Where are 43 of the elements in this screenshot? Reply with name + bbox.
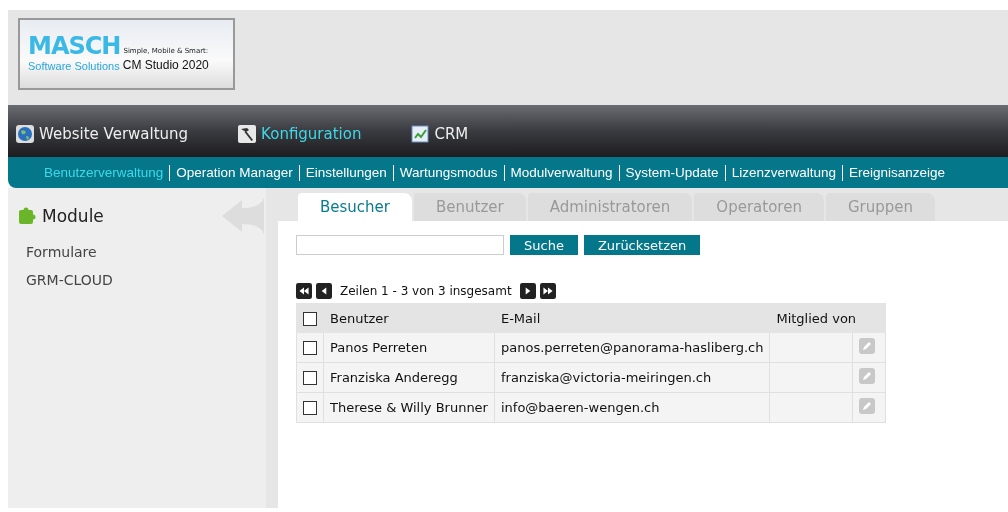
table-cell: franziska@victoria-meiringen.ch <box>494 362 770 393</box>
logo-product: CM Studio 2020 <box>122 58 209 72</box>
main-nav-item[interactable]: CRM <box>411 125 469 143</box>
last-page-icon[interactable] <box>539 283 556 299</box>
chart-icon <box>411 125 430 143</box>
sub-nav-link[interactable]: Einstellungen <box>305 165 387 180</box>
logo-subtitle: Software Solutions <box>28 60 120 72</box>
action-button[interactable]: Zurücksetzen <box>583 235 701 255</box>
sub-nav-link[interactable]: Wartungsmodus <box>399 165 498 180</box>
table-cell: panos.perreten@panorama-hasliberg.ch <box>494 332 770 363</box>
sub-nav-link[interactable]: Modulverwaltung <box>510 165 613 180</box>
sidebar-item[interactable]: GRM-CLOUD <box>18 266 266 294</box>
column-header: Mitglied von <box>769 303 886 333</box>
main-nav-item[interactable]: Konfiguration <box>238 125 362 143</box>
checkbox[interactable] <box>303 371 317 386</box>
table-cell: Franziska Anderegg <box>323 362 495 393</box>
sidebar-item[interactable]: Formulare <box>18 238 266 266</box>
sub-nav-link[interactable]: Operation Manager <box>176 165 293 180</box>
globe-icon <box>16 125 34 143</box>
logo-title: MASCH <box>28 34 121 58</box>
action-button[interactable]: Suche <box>510 235 578 255</box>
checkbox[interactable] <box>303 401 317 416</box>
hammer-icon <box>238 125 257 143</box>
search-field[interactable] <box>296 235 504 255</box>
sidebar-title: Module <box>42 206 104 226</box>
puzzle-icon <box>18 207 36 225</box>
column-header: E-Mail <box>494 303 770 333</box>
next-page-icon[interactable] <box>519 283 536 299</box>
column-header: Benutzer <box>323 303 495 333</box>
checkbox[interactable] <box>303 311 317 326</box>
table-cell: Therese & Willy Brunner <box>323 392 495 423</box>
table-cell: Panos Perreten <box>323 332 495 363</box>
pager-text: Zeilen 1 - 3 von 3 insgesamt <box>340 284 512 298</box>
sub-nav-link[interactable]: Ereignisanzeige <box>848 165 945 180</box>
sub-nav-link[interactable]: Benutzerverwaltung <box>44 165 164 180</box>
previous-page-icon[interactable] <box>316 283 332 299</box>
table-cell: info@baeren-wengen.ch <box>494 392 770 423</box>
first-page-icon[interactable] <box>296 283 312 299</box>
sub-nav-link[interactable]: System-Update <box>625 165 719 180</box>
tab[interactable]: Besucher <box>298 193 412 221</box>
checkbox[interactable] <box>303 341 317 356</box>
main-nav-item[interactable]: Website Verwaltung <box>16 125 189 143</box>
sub-nav-link[interactable]: Lizenzverwaltung <box>731 165 836 180</box>
